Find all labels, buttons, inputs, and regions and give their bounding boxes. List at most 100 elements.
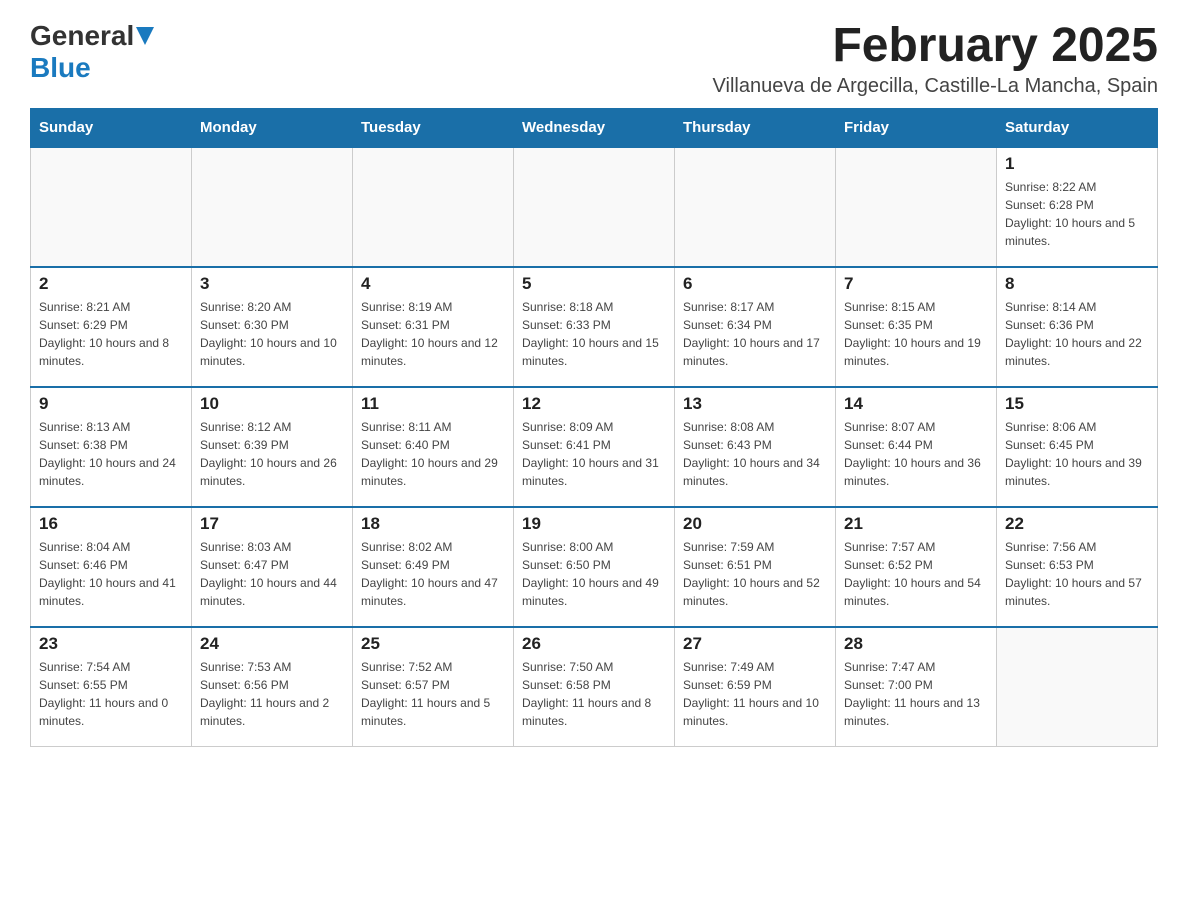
calendar-cell [353,147,514,267]
page-header: General Blue February 2025 Villanueva de… [30,20,1158,98]
calendar-cell: 26Sunrise: 7:50 AMSunset: 6:58 PMDayligh… [514,627,675,747]
calendar-header: Sunday Monday Tuesday Wednesday Thursday… [31,108,1158,147]
day-info: Sunrise: 8:18 AMSunset: 6:33 PMDaylight:… [522,298,666,370]
day-info: Sunrise: 8:17 AMSunset: 6:34 PMDaylight:… [683,298,827,370]
calendar-cell [31,147,192,267]
calendar-cell [675,147,836,267]
calendar-cell: 2 Sunrise: 8:21 AMSunset: 6:29 PMDaylight… [31,267,192,387]
day-info: Sunrise: 8:21 AMSunset: 6:29 PMDaylight:… [39,298,183,370]
week-row-0: 1 Sunrise: 8:22 AMSunset: 6:28 PMDaylight… [31,147,1158,267]
day-number: 28 [844,634,988,654]
day-info: Sunrise: 7:56 AMSunset: 6:53 PMDaylight:… [1005,538,1149,610]
calendar-cell: 1 Sunrise: 8:22 AMSunset: 6:28 PMDaylight… [997,147,1158,267]
calendar-cell: 24 Sunrise: 7:53 AMSunset: 6:56 PMDayligh… [192,627,353,747]
calendar-cell: 18Sunrise: 8:02 AMSunset: 6:49 PMDayligh… [353,507,514,627]
day-number: 21 [844,514,988,534]
logo-general-text: General [30,20,134,52]
day-info: Sunrise: 8:15 AMSunset: 6:35 PMDaylight:… [844,298,988,370]
calendar-cell [997,627,1158,747]
day-number: 12 [522,394,666,414]
calendar-cell: 14 Sunrise: 8:07 AMSunset: 6:44 PMDayligh… [836,387,997,507]
day-number: 20 [683,514,827,534]
calendar-cell: 9 Sunrise: 8:13 AMSunset: 6:38 PMDaylight… [31,387,192,507]
day-number: 22 [1005,514,1149,534]
day-number: 1 [1005,154,1149,174]
calendar-cell: 4 Sunrise: 8:19 AMSunset: 6:31 PMDaylight… [353,267,514,387]
calendar-cell: 21 Sunrise: 7:57 AMSunset: 6:52 PMDayligh… [836,507,997,627]
day-number: 11 [361,394,505,414]
day-info: Sunrise: 8:09 AMSunset: 6:41 PMDaylight:… [522,418,666,490]
week-row-3: 16 Sunrise: 8:04 AMSunset: 6:46 PMDayligh… [31,507,1158,627]
title-block: February 2025 Villanueva de Argecilla, C… [713,20,1158,98]
day-number: 13 [683,394,827,414]
logo-triangle-icon [136,27,154,50]
day-info: Sunrise: 8:03 AMSunset: 6:47 PMDaylight:… [200,538,344,610]
calendar-cell: 5 Sunrise: 8:18 AMSunset: 6:33 PMDaylight… [514,267,675,387]
day-number: 17 [200,514,344,534]
day-info: Sunrise: 8:04 AMSunset: 6:46 PMDaylight:… [39,538,183,610]
day-info: Sunrise: 8:02 AMSunset: 6:49 PMDaylight:… [361,538,505,610]
logo-blue-text: Blue [30,52,91,83]
day-info: Sunrise: 8:11 AMSunset: 6:40 PMDaylight:… [361,418,505,490]
day-number: 9 [39,394,183,414]
header-tuesday: Tuesday [353,108,514,147]
day-number: 7 [844,274,988,294]
calendar-cell: 23 Sunrise: 7:54 AMSunset: 6:55 PMDayligh… [31,627,192,747]
weekday-header-row: Sunday Monday Tuesday Wednesday Thursday… [31,108,1158,147]
day-number: 10 [200,394,344,414]
day-info: Sunrise: 8:07 AMSunset: 6:44 PMDaylight:… [844,418,988,490]
day-info: Sunrise: 8:12 AMSunset: 6:39 PMDaylight:… [200,418,344,490]
day-number: 24 [200,634,344,654]
week-row-4: 23 Sunrise: 7:54 AMSunset: 6:55 PMDayligh… [31,627,1158,747]
calendar-cell: 20Sunrise: 7:59 AMSunset: 6:51 PMDayligh… [675,507,836,627]
calendar-cell: 8Sunrise: 8:14 AMSunset: 6:36 PMDaylight… [997,267,1158,387]
header-sunday: Sunday [31,108,192,147]
day-number: 3 [200,274,344,294]
day-number: 15 [1005,394,1149,414]
header-wednesday: Wednesday [514,108,675,147]
calendar-cell: 10 Sunrise: 8:12 AMSunset: 6:39 PMDayligh… [192,387,353,507]
calendar-cell [192,147,353,267]
header-monday: Monday [192,108,353,147]
calendar-body: 1 Sunrise: 8:22 AMSunset: 6:28 PMDaylight… [31,147,1158,747]
day-number: 16 [39,514,183,534]
day-number: 5 [522,274,666,294]
day-info: Sunrise: 8:00 AMSunset: 6:50 PMDaylight:… [522,538,666,610]
calendar-cell: 12 Sunrise: 8:09 AMSunset: 6:41 PMDayligh… [514,387,675,507]
header-thursday: Thursday [675,108,836,147]
calendar-cell: 17 Sunrise: 8:03 AMSunset: 6:47 PMDayligh… [192,507,353,627]
day-info: Sunrise: 7:57 AMSunset: 6:52 PMDaylight:… [844,538,988,610]
calendar-cell: 25 Sunrise: 7:52 AMSunset: 6:57 PMDayligh… [353,627,514,747]
day-info: Sunrise: 7:49 AMSunset: 6:59 PMDaylight:… [683,658,827,730]
header-friday: Friday [836,108,997,147]
calendar-cell [836,147,997,267]
day-number: 2 [39,274,183,294]
calendar-cell: 19 Sunrise: 8:00 AMSunset: 6:50 PMDayligh… [514,507,675,627]
header-saturday: Saturday [997,108,1158,147]
day-number: 4 [361,274,505,294]
day-info: Sunrise: 7:54 AMSunset: 6:55 PMDaylight:… [39,658,183,730]
day-info: Sunrise: 8:13 AMSunset: 6:38 PMDaylight:… [39,418,183,490]
day-info: Sunrise: 8:14 AMSunset: 6:36 PMDaylight:… [1005,298,1149,370]
day-number: 25 [361,634,505,654]
day-info: Sunrise: 7:50 AMSunset: 6:58 PMDaylight:… [522,658,666,730]
day-info: Sunrise: 7:52 AMSunset: 6:57 PMDaylight:… [361,658,505,730]
day-info: Sunrise: 8:20 AMSunset: 6:30 PMDaylight:… [200,298,344,370]
day-number: 19 [522,514,666,534]
day-number: 27 [683,634,827,654]
calendar-cell: 7 Sunrise: 8:15 AMSunset: 6:35 PMDaylight… [836,267,997,387]
calendar-cell: 22 Sunrise: 7:56 AMSunset: 6:53 PMDayligh… [997,507,1158,627]
week-row-1: 2 Sunrise: 8:21 AMSunset: 6:29 PMDaylight… [31,267,1158,387]
day-info: Sunrise: 8:06 AMSunset: 6:45 PMDaylight:… [1005,418,1149,490]
calendar-cell: 16 Sunrise: 8:04 AMSunset: 6:46 PMDayligh… [31,507,192,627]
day-info: Sunrise: 8:19 AMSunset: 6:31 PMDaylight:… [361,298,505,370]
calendar-cell: 27 Sunrise: 7:49 AMSunset: 6:59 PMDayligh… [675,627,836,747]
day-number: 6 [683,274,827,294]
page-title: February 2025 [713,20,1158,73]
day-info: Sunrise: 7:47 AMSunset: 7:00 PMDaylight:… [844,658,988,730]
day-info: Sunrise: 8:22 AMSunset: 6:28 PMDaylight:… [1005,178,1149,250]
calendar-cell: 11 Sunrise: 8:11 AMSunset: 6:40 PMDayligh… [353,387,514,507]
day-number: 23 [39,634,183,654]
day-number: 14 [844,394,988,414]
day-info: Sunrise: 7:53 AMSunset: 6:56 PMDaylight:… [200,658,344,730]
